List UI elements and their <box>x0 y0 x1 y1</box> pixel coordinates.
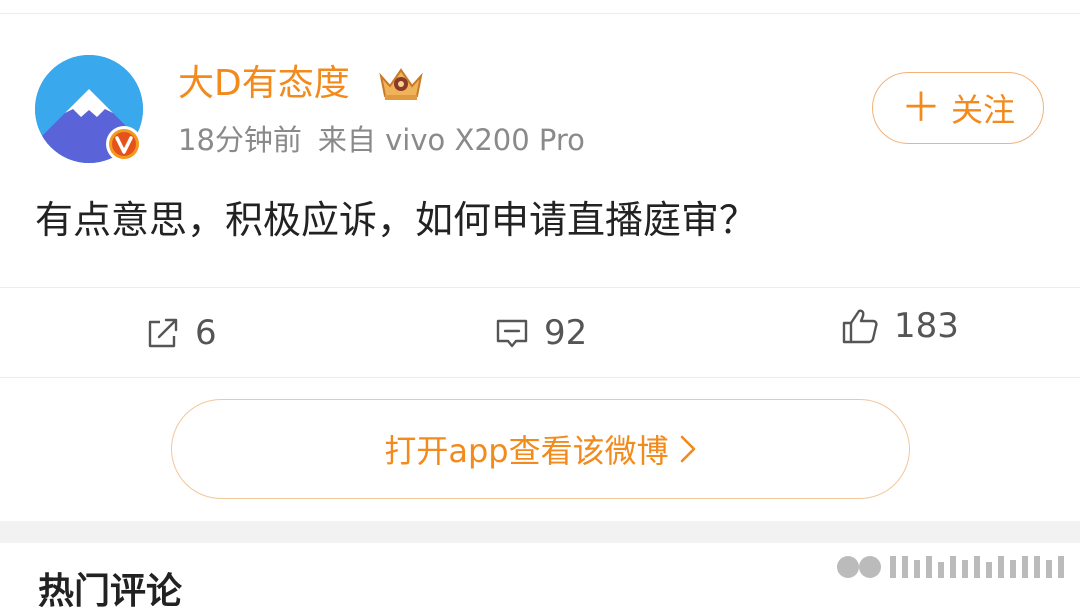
author-name[interactable]: 大D有态度 <box>178 62 350 106</box>
chevron-right-icon <box>680 435 695 463</box>
post-text: 有点意思，积极应诉，如何申请直播庭审？ <box>35 198 758 242</box>
top-divider <box>0 13 1080 14</box>
divider <box>0 377 1080 378</box>
section-title: 热门评论 <box>38 571 183 612</box>
follow-button[interactable]: ＋ 关注 <box>872 72 1044 144</box>
verified-v-icon <box>106 126 142 162</box>
comment-icon <box>496 319 528 348</box>
open-app-label: 打开app查看该微博 <box>384 432 669 470</box>
post-source: 来自 vivo X200 Pro <box>317 123 585 157</box>
post-meta: 18分钟前 来自 vivo X200 Pro <box>178 121 585 159</box>
plus-icon: ＋ <box>900 85 941 131</box>
like-button[interactable]: 183 <box>840 296 959 356</box>
like-count: 183 <box>894 306 959 346</box>
comment-button[interactable]: 92 <box>494 303 587 363</box>
post-time: 18分钟前 <box>178 123 302 157</box>
crown-icon <box>379 68 423 100</box>
comment-count: 92 <box>544 313 588 353</box>
open-app-button[interactable]: 打开app查看该微博 <box>171 399 910 499</box>
share-button[interactable]: 6 <box>145 303 217 363</box>
watermark-logo <box>830 552 1072 582</box>
follow-label: 关注 <box>950 91 1015 129</box>
divider <box>0 287 1080 288</box>
share-icon <box>148 318 178 348</box>
section-separator <box>0 521 1080 543</box>
like-icon <box>842 309 878 344</box>
share-count: 6 <box>195 313 217 353</box>
